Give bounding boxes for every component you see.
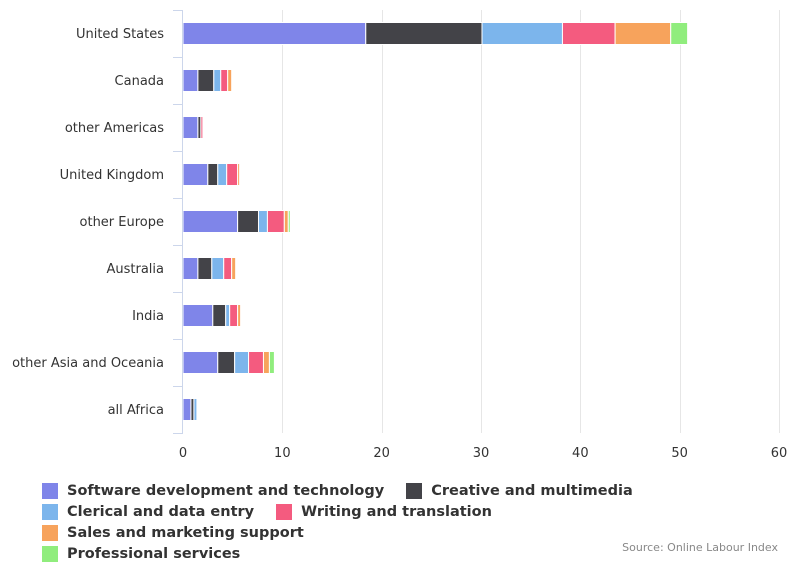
x-tick-label: 20 [373, 446, 390, 461]
bar-segment[interactable] [182, 163, 209, 186]
legend-label: Sales and marketing support [67, 525, 304, 541]
category-label: Canada [115, 74, 164, 89]
category-label: Australia [106, 262, 164, 277]
bar-segment[interactable] [227, 69, 233, 92]
bar-segment[interactable] [197, 257, 213, 280]
bar-segment[interactable] [237, 163, 241, 186]
bar-segment[interactable] [561, 22, 616, 45]
bar-segment[interactable] [217, 351, 236, 374]
bar-segment[interactable] [182, 304, 214, 327]
bar-segment[interactable] [614, 22, 672, 45]
bar-segment[interactable] [481, 22, 563, 45]
bar-segment[interactable] [237, 304, 242, 327]
stacked-bar-chart: United States Canada other Americas United … [12, 10, 787, 461]
category-label: United States [76, 27, 164, 42]
legend-label: Writing and translation [301, 504, 492, 520]
bar-segment[interactable] [225, 304, 231, 327]
bar-segment[interactable] [266, 210, 285, 233]
category-label: United Kingdom [60, 168, 164, 183]
bar-segment[interactable] [237, 210, 259, 233]
bar-segment[interactable] [262, 351, 270, 374]
bars [182, 22, 689, 421]
bar-segment[interactable] [197, 69, 215, 92]
legend-item[interactable]: Software development and technology [42, 482, 384, 500]
bar-segment[interactable] [182, 257, 199, 280]
legend-item[interactable]: Sales and marketing support [42, 524, 304, 542]
bar-segment[interactable] [182, 22, 367, 45]
legend-label: Professional services [67, 546, 241, 562]
bar-segment[interactable] [200, 116, 204, 139]
legend-item[interactable]: Professional services [42, 545, 240, 562]
bar-segment[interactable] [212, 304, 227, 327]
bar-segment[interactable] [268, 351, 275, 374]
legend-swatch [42, 483, 58, 499]
source-credit: Source: Online Labour Index [622, 541, 778, 554]
legend-item[interactable]: Creative and multimedia [406, 482, 633, 500]
y-axis [173, 10, 183, 434]
bar-segment[interactable] [182, 351, 219, 374]
bar-segment[interactable] [283, 210, 289, 233]
legend-swatch [276, 504, 293, 520]
bar-segment[interactable] [182, 398, 192, 421]
x-tick-label: 60 [771, 446, 788, 461]
category-label: India [132, 309, 164, 324]
bar-segment[interactable] [223, 257, 233, 280]
bar-segment[interactable] [287, 210, 291, 233]
legend-item[interactable]: Writing and translation [276, 503, 492, 521]
legend-label: Creative and multimedia [431, 483, 633, 499]
x-tick-label: 40 [572, 446, 589, 461]
bar-segment[interactable] [182, 116, 199, 139]
category-label: other Americas [65, 121, 164, 136]
bar-segment[interactable] [213, 69, 222, 92]
legend-swatch [42, 504, 58, 520]
bar-segment[interactable] [182, 210, 239, 233]
bar-segment[interactable] [182, 69, 199, 92]
bar-segment[interactable] [670, 22, 689, 45]
grid-lines [282, 10, 780, 433]
bar-segment[interactable] [234, 351, 250, 374]
legend-swatch [42, 546, 58, 562]
category-labels: United States Canada other Americas United … [12, 27, 164, 418]
x-tick-labels: 0 10 20 30 40 50 60 [179, 446, 787, 461]
category-label: other Asia and Oceania [12, 356, 164, 371]
bar-segment[interactable] [226, 163, 239, 186]
legend-swatch [42, 525, 58, 541]
category-label: all Africa [108, 403, 164, 418]
x-tick-label: 50 [671, 446, 688, 461]
legend-label: Clerical and data entry [67, 504, 255, 520]
bar-segment[interactable] [229, 304, 239, 327]
x-tick-label: 10 [274, 446, 291, 461]
legend-swatch [406, 483, 423, 499]
chart-container: United States Canada other Americas United … [0, 0, 788, 562]
legend-label: Software development and technology [67, 483, 385, 499]
bar-segment[interactable] [217, 163, 228, 186]
bar-segment[interactable] [248, 351, 264, 374]
bar-segment[interactable] [231, 257, 237, 280]
bar-segment[interactable] [365, 22, 483, 45]
bar-segment[interactable] [193, 398, 198, 421]
bar-segment[interactable] [257, 210, 268, 233]
x-tick-label: 30 [473, 446, 490, 461]
bar-segment[interactable] [220, 69, 229, 92]
bar-segment[interactable] [211, 257, 225, 280]
legend-item[interactable]: Clerical and data entry [42, 503, 254, 521]
category-label: other Europe [80, 215, 164, 230]
bar-segment[interactable] [207, 163, 219, 186]
x-tick-label: 0 [179, 446, 187, 461]
